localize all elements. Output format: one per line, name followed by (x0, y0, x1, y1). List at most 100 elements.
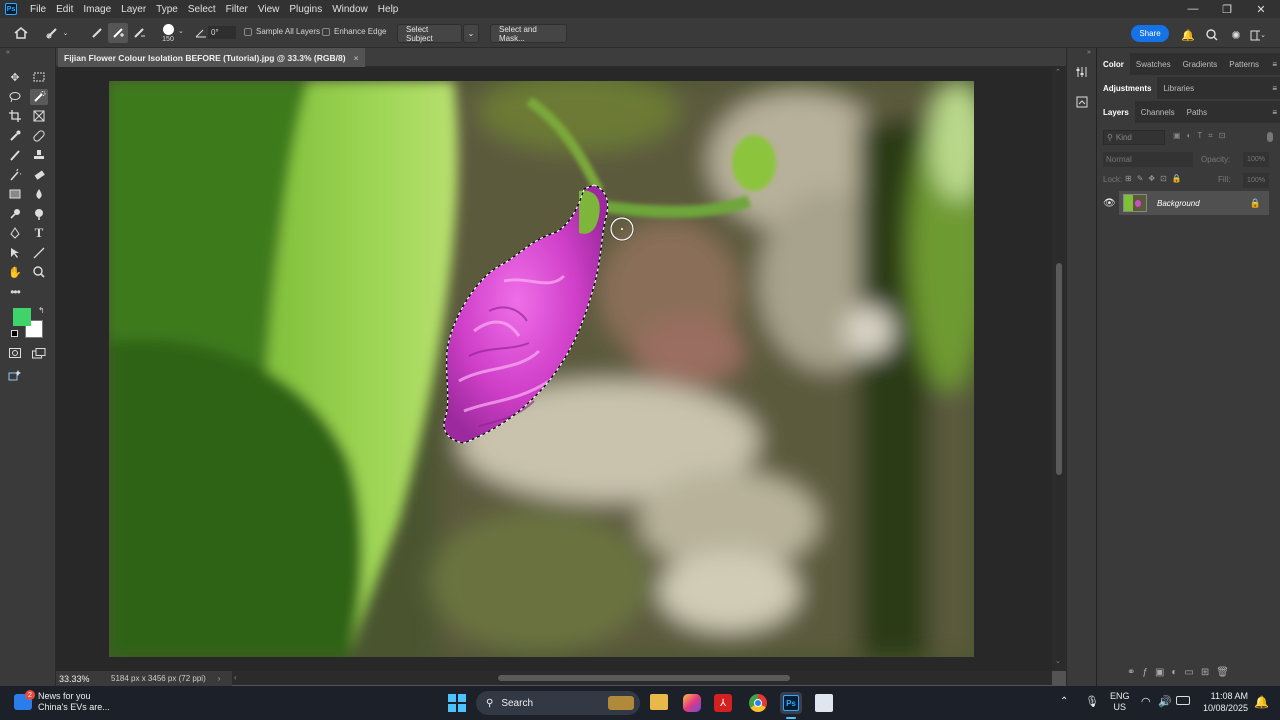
gradient-tool-icon[interactable] (6, 186, 24, 202)
move-tool-icon[interactable]: ✥ (6, 69, 24, 85)
brush-tool-icon[interactable] (6, 147, 24, 163)
close-document-icon[interactable]: × (354, 53, 359, 63)
eraser-tool-icon[interactable] (30, 167, 48, 183)
panel-menu-icon[interactable]: ≡ (1272, 60, 1277, 69)
pen-tool-icon[interactable] (6, 225, 24, 241)
line-tool-icon[interactable] (30, 245, 48, 261)
wifi-icon[interactable]: ◠ (1141, 695, 1151, 708)
crop-tool-icon[interactable] (6, 108, 24, 124)
language-indicator[interactable]: ENG US (1110, 691, 1130, 713)
angle-input[interactable]: 0° (208, 26, 236, 39)
collapse-icon[interactable]: « (6, 49, 10, 56)
lasso-tool-icon[interactable] (6, 89, 24, 105)
eyedropper-tool-icon[interactable] (6, 128, 24, 144)
scroll-left-icon[interactable]: ‹ (234, 673, 237, 682)
sample-all-layers-checkbox[interactable]: Sample All Layers (244, 27, 320, 36)
menu-help[interactable]: Help (373, 4, 404, 15)
marquee-tool-icon[interactable] (30, 69, 48, 85)
menu-filter[interactable]: Filter (221, 4, 253, 15)
screen-mode-icon[interactable] (30, 345, 48, 361)
photoshop-taskbar-icon[interactable]: Ps (780, 692, 802, 714)
show-hidden-icons[interactable]: ⌃ (1060, 696, 1068, 707)
horizontal-scroll-thumb[interactable] (498, 675, 790, 681)
search-icon[interactable] (1204, 25, 1220, 45)
fill-input[interactable]: 100% (1243, 173, 1269, 188)
menu-select[interactable]: Select (183, 4, 221, 15)
chrome-icon[interactable] (749, 694, 767, 712)
generative-icon[interactable] (6, 367, 24, 383)
healing-brush-tool-icon[interactable] (30, 128, 48, 144)
layer-row-background[interactable]: Background 🔒 (1119, 191, 1269, 215)
frame-tool-icon[interactable] (30, 108, 48, 124)
notepad-icon[interactable] (815, 694, 833, 712)
history-brush-tool-icon[interactable] (6, 167, 24, 183)
menu-window[interactable]: Window (327, 4, 373, 15)
sponge-tool-icon[interactable] (30, 206, 48, 222)
menu-file[interactable]: File (25, 4, 51, 15)
zoom-level[interactable]: 33.33% (59, 674, 107, 684)
canvas-area[interactable] (56, 67, 1052, 671)
discover-icon[interactable]: ✺ (1228, 25, 1244, 45)
tab-libraries[interactable]: Libraries (1157, 77, 1200, 99)
type-tool-icon[interactable]: T (30, 225, 48, 241)
close-window-button[interactable]: ✕ (1242, 0, 1280, 18)
chevron-down-icon[interactable]: ⌄ (178, 27, 184, 35)
document-image[interactable] (109, 81, 974, 657)
layers-bottom-icons[interactable]: ⚭ƒ▣◐▭⊞🗑 (1127, 667, 1236, 678)
clone-stamp-tool-icon[interactable] (30, 147, 48, 163)
tool-preset-picker[interactable]: ⌄ (42, 23, 72, 43)
opacity-input[interactable]: 100% (1243, 152, 1269, 167)
select-subject-dropdown[interactable]: ⌄ (463, 24, 479, 43)
dodge-tool-icon[interactable] (6, 206, 24, 222)
properties-icon[interactable] (1074, 64, 1090, 80)
path-selection-tool-icon[interactable] (6, 245, 24, 261)
photos-app-icon[interactable] (683, 694, 701, 712)
acrobat-icon[interactable]: ⅄ (714, 694, 732, 712)
panel-menu-icon[interactable]: ≡ (1272, 84, 1277, 93)
volume-icon[interactable]: 🔊 (1158, 695, 1172, 708)
bell-icon[interactable]: 🔔 (1180, 25, 1196, 45)
vertical-scroll-thumb[interactable] (1056, 263, 1062, 475)
default-colors-icon[interactable] (11, 330, 18, 337)
battery-icon[interactable] (1176, 696, 1190, 705)
notifications-icon[interactable]: 🔔 (1254, 695, 1269, 709)
file-explorer-icon[interactable] (650, 694, 668, 710)
expand-icon[interactable]: » (1087, 49, 1091, 56)
microphone-icon[interactable]: 🎙 (1085, 695, 1099, 708)
tab-adjustments[interactable]: Adjustments (1097, 77, 1158, 99)
filter-toggle[interactable] (1267, 132, 1273, 142)
tab-patterns[interactable]: Patterns (1223, 53, 1265, 75)
visibility-eye-icon[interactable]: 👁 (1103, 198, 1116, 209)
clock[interactable]: 11:08 AM 10/08/2025 (1196, 690, 1248, 714)
status-menu-icon[interactable]: › (218, 674, 221, 683)
blur-tool-icon[interactable] (30, 186, 48, 202)
windows-start-icon[interactable] (448, 694, 466, 712)
home-icon[interactable] (12, 23, 30, 43)
workspace-icon[interactable]: ⌄ (1250, 25, 1266, 45)
tab-swatches[interactable]: Swatches (1130, 53, 1177, 75)
zoom-tool-icon[interactable] (30, 264, 48, 280)
menu-image[interactable]: Image (78, 4, 116, 15)
menu-edit[interactable]: Edit (51, 4, 78, 15)
blend-mode-select[interactable]: Normal (1103, 152, 1193, 167)
scroll-up-icon[interactable]: ⌃ (1055, 68, 1061, 76)
swap-colors-icon[interactable]: ↰ (38, 306, 45, 315)
add-to-selection-brush-icon[interactable] (108, 23, 128, 43)
tab-gradients[interactable]: Gradients (1177, 53, 1224, 75)
vertical-scrollbar[interactable]: ⌃ ⌄ (1052, 67, 1066, 671)
layer-filter-kind[interactable]: ⚲ Kind (1103, 130, 1165, 145)
menu-type[interactable]: Type (151, 4, 183, 15)
quick-mask-icon[interactable] (6, 345, 24, 361)
taskbar-search[interactable]: ⚲ Search (476, 691, 640, 715)
menu-layer[interactable]: Layer (116, 4, 151, 15)
history-panel-icon[interactable] (1074, 94, 1090, 110)
horizontal-scrollbar[interactable]: ‹ (232, 671, 1052, 685)
brush-size-picker[interactable]: 150 (156, 21, 180, 45)
select-subject-button[interactable]: Select Subject (397, 24, 462, 43)
select-and-mask-button[interactable]: Select and Mask... (490, 24, 567, 43)
hand-tool-icon[interactable]: ✋ (6, 264, 24, 280)
restore-button[interactable]: ❐ (1208, 0, 1246, 18)
menu-plugins[interactable]: Plugins (284, 4, 327, 15)
menu-view[interactable]: View (253, 4, 285, 15)
tab-paths[interactable]: Paths (1181, 101, 1213, 123)
